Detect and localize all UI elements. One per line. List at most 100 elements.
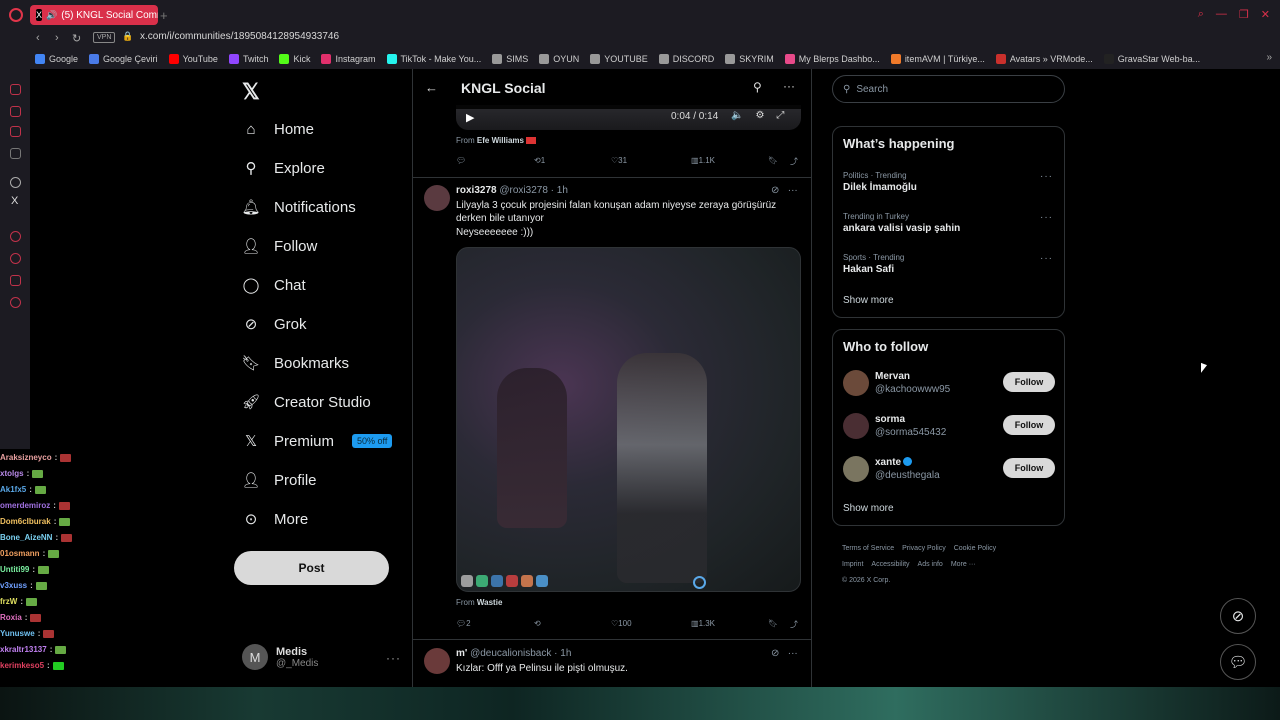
- nav-item-creator-studio[interactable]: 🚀︎ Creator Studio: [241, 389, 370, 415]
- close-window-icon[interactable]: ✕: [1261, 8, 1270, 21]
- bookmark-item[interactable]: Kick: [279, 54, 310, 64]
- bookmark-item[interactable]: Twitch: [228, 54, 268, 64]
- messenger-icon[interactable]: [10, 84, 21, 95]
- bookmark-item[interactable]: itemAVM | Türkiye...: [890, 54, 985, 64]
- author-handle[interactable]: @roxi3278: [499, 185, 548, 196]
- forward-icon[interactable]: ›: [55, 32, 59, 44]
- more-icon[interactable]: ···: [1040, 253, 1053, 264]
- search-tabs-icon[interactable]: ⌕: [1198, 8, 1204, 21]
- more-icon[interactable]: ···: [783, 79, 795, 93]
- bookmark-item[interactable]: My Blerps Dashbo...: [784, 54, 880, 64]
- lock-icon[interactable]: 🔒: [122, 31, 133, 42]
- bookmark-item[interactable]: YouTube: [168, 54, 218, 64]
- trend-item[interactable]: Trending in Turkey ankara valisi vasip şa…: [843, 212, 1055, 234]
- avatar[interactable]: [424, 185, 450, 211]
- bookmarks-overflow-icon[interactable]: »: [1266, 52, 1272, 63]
- timestamp[interactable]: · 1h: [554, 648, 571, 659]
- search-field[interactable]: ⚲: [832, 75, 1065, 103]
- reply-icon[interactable]: 💬︎: [456, 156, 466, 165]
- chat-float-button[interactable]: 💬︎: [1220, 644, 1256, 680]
- footer-link[interactable]: More ···: [951, 561, 976, 568]
- volume-icon[interactable]: 🔈: [731, 110, 743, 121]
- follow-button[interactable]: Follow: [1003, 458, 1055, 478]
- nav-item-profile[interactable]: 👤︎ Profile: [241, 467, 316, 493]
- timestamp[interactable]: · 1h: [551, 185, 568, 196]
- like-icon[interactable]: ♡ 31: [611, 156, 627, 165]
- new-tab-button[interactable]: +: [160, 8, 168, 23]
- settings-icon[interactable]: [10, 297, 21, 308]
- author-name[interactable]: m': [456, 648, 467, 659]
- footer-link[interactable]: Terms of Service: [842, 545, 894, 552]
- repost-icon[interactable]: ⟲: [534, 619, 541, 628]
- history-icon[interactable]: [10, 253, 21, 264]
- nav-item-follow[interactable]: 👤︎ Follow: [241, 233, 317, 259]
- nav-item-home[interactable]: ⌂ Home: [242, 116, 314, 142]
- sidebar-app-icon[interactable]: [10, 148, 21, 159]
- like-icon[interactable]: ♡ 100: [611, 619, 632, 628]
- settings-gear-icon[interactable]: ⚙: [755, 110, 764, 121]
- account-switcher[interactable]: M Medis @_Medis: [242, 644, 318, 670]
- url-field[interactable]: x.com/i/communities/1895084128954933746: [140, 31, 339, 42]
- back-arrow-icon[interactable]: ←: [425, 80, 438, 95]
- footer-link[interactable]: Imprint: [842, 561, 863, 568]
- bookmark-item[interactable]: Google Çeviri: [89, 54, 158, 64]
- bookmark-icon[interactable]: 🔖︎: [768, 619, 778, 628]
- search-input[interactable]: [856, 83, 1037, 95]
- minimize-icon[interactable]: —: [1216, 8, 1227, 21]
- from-author-link[interactable]: Wastie: [477, 598, 503, 607]
- bookmark-item[interactable]: DISCORD: [658, 54, 714, 64]
- author-name[interactable]: roxi3278: [456, 185, 497, 196]
- views-icon[interactable]: ▥ 1.3K: [691, 619, 715, 628]
- play-icon[interactable]: ▶: [466, 111, 474, 124]
- reload-icon[interactable]: ↻: [72, 32, 81, 45]
- account-more-icon[interactable]: ···: [386, 651, 401, 665]
- whatsapp-icon[interactable]: [10, 106, 21, 117]
- nav-item-chat[interactable]: ◯ Chat: [242, 272, 306, 298]
- show-more-link[interactable]: Show more: [843, 295, 894, 306]
- share-icon[interactable]: ⤴: [790, 156, 798, 167]
- tweet-video[interactable]: [456, 247, 801, 592]
- show-more-link[interactable]: Show more: [843, 503, 894, 514]
- chat-sidebar-icon[interactable]: [10, 275, 21, 286]
- repost-icon[interactable]: ⟲ 1: [534, 156, 545, 165]
- grok-icon[interactable]: ⊘: [771, 648, 779, 659]
- nav-item-explore[interactable]: ⚲ Explore: [242, 155, 325, 181]
- from-author-link[interactable]: Efe Williams: [477, 136, 524, 145]
- follow-button[interactable]: Follow: [1003, 415, 1055, 435]
- bookmark-item[interactable]: Instagram: [321, 54, 376, 64]
- avatar[interactable]: [424, 648, 450, 674]
- bookmark-item[interactable]: OYUN: [539, 54, 579, 64]
- chatgpt-icon[interactable]: [10, 177, 21, 188]
- x-app-icon[interactable]: X: [11, 195, 18, 207]
- avatar[interactable]: [843, 413, 869, 439]
- grok-float-button[interactable]: ⊘: [1220, 598, 1256, 634]
- bookmark-item[interactable]: SIMS: [492, 54, 528, 64]
- nav-item-premium[interactable]: 𝕏 Premium 50% off: [242, 428, 393, 454]
- trend-item[interactable]: Sports · Trending Hakan Safi ···: [843, 253, 1055, 275]
- footer-link[interactable]: Privacy Policy: [902, 545, 946, 552]
- player-icon[interactable]: [10, 231, 21, 242]
- trend-item[interactable]: Politics · Trending Dilek İmamoğlu ···: [843, 171, 1055, 193]
- maximize-icon[interactable]: ❐: [1239, 8, 1249, 21]
- bookmark-item[interactable]: GravaStar Web-ba...: [1103, 54, 1200, 64]
- footer-link[interactable]: Ads info: [918, 561, 943, 568]
- footer-link[interactable]: Accessibility: [871, 561, 909, 568]
- more-icon[interactable]: ···: [788, 185, 798, 196]
- nav-item-more[interactable]: ⊙ More: [242, 506, 308, 532]
- grok-icon[interactable]: ⊘: [771, 185, 779, 196]
- fullscreen-icon[interactable]: ⤢: [776, 110, 784, 121]
- footer-link[interactable]: Cookie Policy: [954, 545, 996, 552]
- follow-suggestion[interactable]: Mervan @kachoowww95 Follow: [843, 370, 1055, 400]
- author-handle[interactable]: @deucalionisback: [470, 648, 551, 659]
- vpn-badge[interactable]: VPN: [93, 32, 116, 43]
- avatar[interactable]: [843, 456, 869, 482]
- follow-suggestion[interactable]: sorma @sorma545432 Follow: [843, 413, 1055, 443]
- more-icon[interactable]: ···: [1040, 212, 1053, 223]
- bookmark-item[interactable]: Google: [35, 54, 78, 64]
- bookmark-item[interactable]: Avatars » VRMode...: [995, 54, 1093, 64]
- speaker-icon[interactable]: 🔊: [46, 10, 57, 21]
- avatar[interactable]: [843, 370, 869, 396]
- bookmark-icon[interactable]: 🔖︎: [768, 156, 778, 165]
- nav-item-grok[interactable]: ⊘ Grok: [242, 311, 307, 337]
- opera-logo-icon[interactable]: [9, 8, 23, 22]
